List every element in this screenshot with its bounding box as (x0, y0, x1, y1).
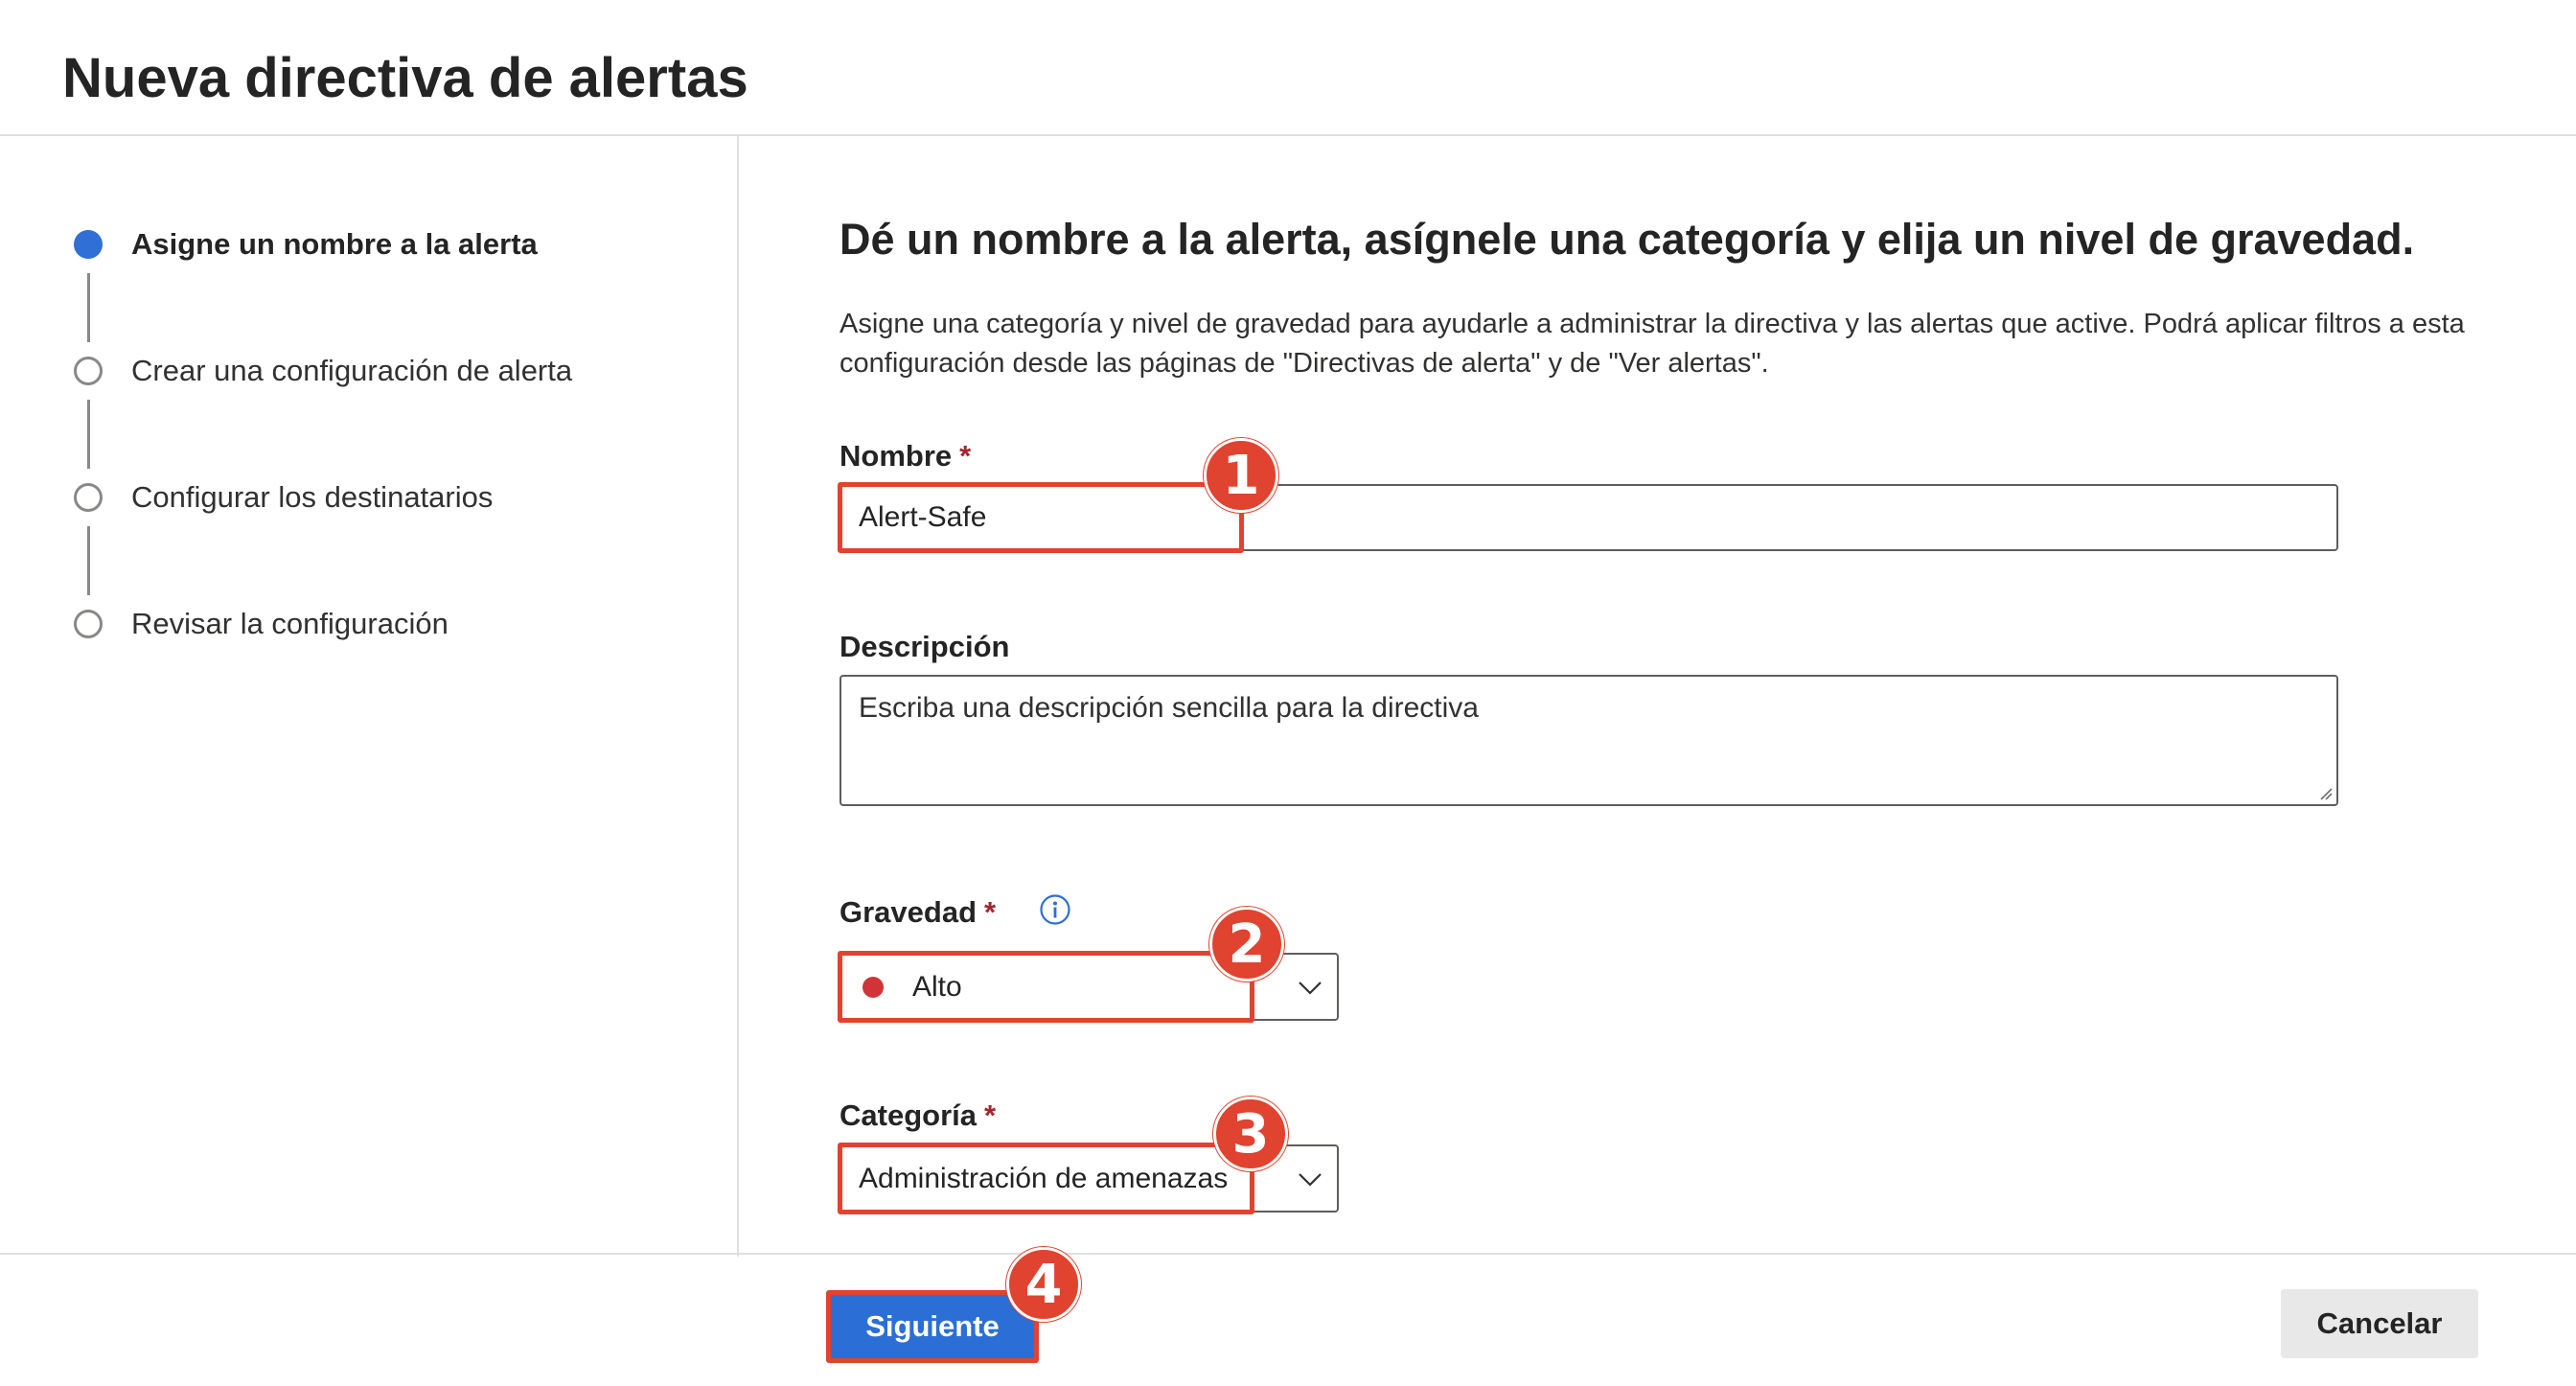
step-4-label[interactable]: Revisar la configuración (131, 605, 448, 643)
required-mark: * (984, 895, 997, 929)
callout-badge-3: 3 (1213, 1097, 1288, 1171)
category-label: Categoría * (840, 1097, 996, 1135)
step-1-indicator (74, 230, 103, 259)
severity-selected-value: Alto (912, 970, 962, 1003)
wizard-stepper: Asigne un nombre a la alerta Crear una c… (0, 144, 728, 681)
description-label-text: Descripción (840, 630, 1010, 663)
required-mark: * (959, 439, 972, 473)
severity-dot-icon (862, 976, 884, 998)
callout-badge-2: 2 (1209, 907, 1284, 982)
resize-grip-icon[interactable] (2319, 787, 2333, 800)
footer-divider (0, 1253, 2576, 1255)
severity-label: Gravedad * (840, 893, 996, 932)
step-2-indicator (74, 357, 103, 385)
category-selected-value: Administración de amenazas (859, 1162, 1229, 1194)
page-title: Nueva directiva de alertas (62, 47, 748, 109)
callout-badge-4: 4 (1006, 1247, 1081, 1322)
callout-badge-1: 1 (1204, 438, 1278, 513)
description-label: Descripción (840, 628, 1009, 666)
step-connector (87, 400, 90, 469)
category-label-text: Categoría (840, 1098, 977, 1132)
name-input[interactable]: Alert-Safe (840, 484, 2338, 551)
panel-divider (737, 135, 739, 1257)
step-4-indicator (74, 610, 103, 638)
section-heading: Dé un nombre a la alerta, asígnele una c… (840, 215, 2415, 264)
step-connector (87, 526, 90, 595)
chevron-down-icon (1299, 1172, 1322, 1187)
chevron-down-icon (1299, 981, 1322, 995)
info-icon[interactable] (1039, 893, 1071, 926)
name-input-value: Alert-Safe (859, 501, 987, 533)
header-divider (0, 134, 2576, 136)
description-textarea[interactable]: Escriba una descripción sencilla para la… (840, 675, 2338, 806)
step-3-label[interactable]: Configurar los destinatarios (131, 478, 493, 517)
step-connector (87, 273, 90, 342)
name-label-text: Nombre (840, 439, 953, 473)
next-button[interactable]: Siguiente (830, 1294, 1035, 1359)
step-3-indicator (74, 483, 103, 512)
step-1-label[interactable]: Asigne un nombre a la alerta (131, 225, 538, 264)
cancel-button[interactable]: Cancelar (2281, 1289, 2478, 1358)
step-2-label[interactable]: Crear una configuración de alerta (131, 352, 572, 390)
name-label: Nombre * (840, 437, 971, 475)
severity-label-text: Gravedad (840, 895, 978, 929)
description-placeholder: Escriba una descripción sencilla para la… (859, 692, 1479, 724)
required-mark: * (983, 1098, 997, 1132)
section-description: Asigne una categoría y nivel de gravedad… (840, 309, 2465, 379)
